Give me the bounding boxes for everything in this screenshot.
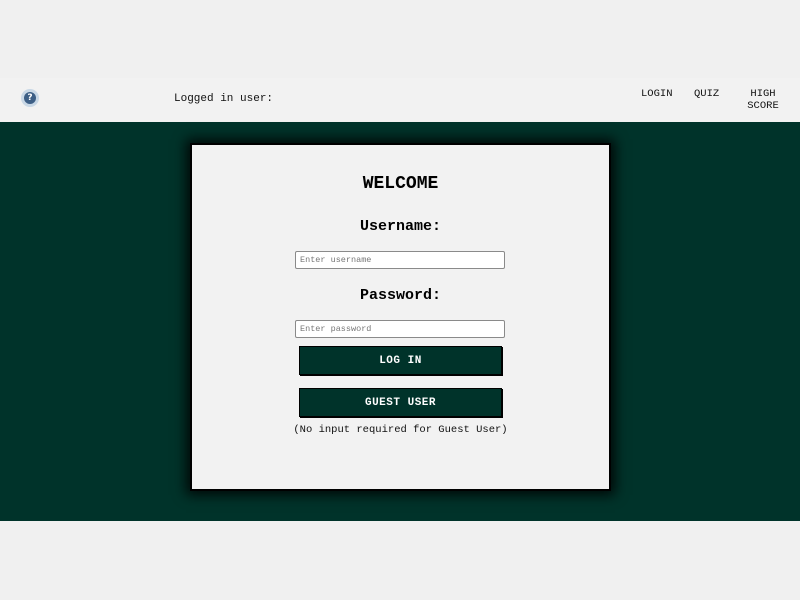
- nav-high-score-line1: HIGH: [750, 88, 776, 100]
- nav-high-score-link[interactable]: HIGH SCORE: [740, 88, 786, 112]
- nav-login-link[interactable]: LOGIN: [641, 88, 673, 100]
- username-input[interactable]: [295, 251, 505, 269]
- bottom-whitespace: [0, 521, 800, 600]
- logged-in-user-label: Logged in user:: [174, 93, 274, 105]
- navbar: ? Logged in user: LOGIN QUIZ HIGH SCORE: [0, 78, 800, 122]
- login-button[interactable]: LOG IN: [299, 346, 502, 375]
- username-label: Username:: [359, 218, 441, 235]
- login-card: WELCOME Username: Password: LOG IN GUEST…: [190, 143, 611, 491]
- password-label: Password:: [359, 287, 441, 304]
- password-input[interactable]: [295, 320, 505, 338]
- nav-quiz-link[interactable]: QUIZ: [694, 88, 719, 100]
- question-mark-icon: ?: [24, 92, 36, 104]
- guest-user-note: (No input required for Guest User): [293, 424, 508, 436]
- help-icon[interactable]: ?: [21, 89, 39, 107]
- main-content: WELCOME Username: Password: LOG IN GUEST…: [0, 122, 800, 521]
- top-whitespace: [0, 0, 800, 78]
- welcome-title: WELCOME: [362, 174, 439, 194]
- nav-high-score-line2: SCORE: [747, 100, 779, 112]
- guest-user-button[interactable]: GUEST USER: [299, 388, 502, 417]
